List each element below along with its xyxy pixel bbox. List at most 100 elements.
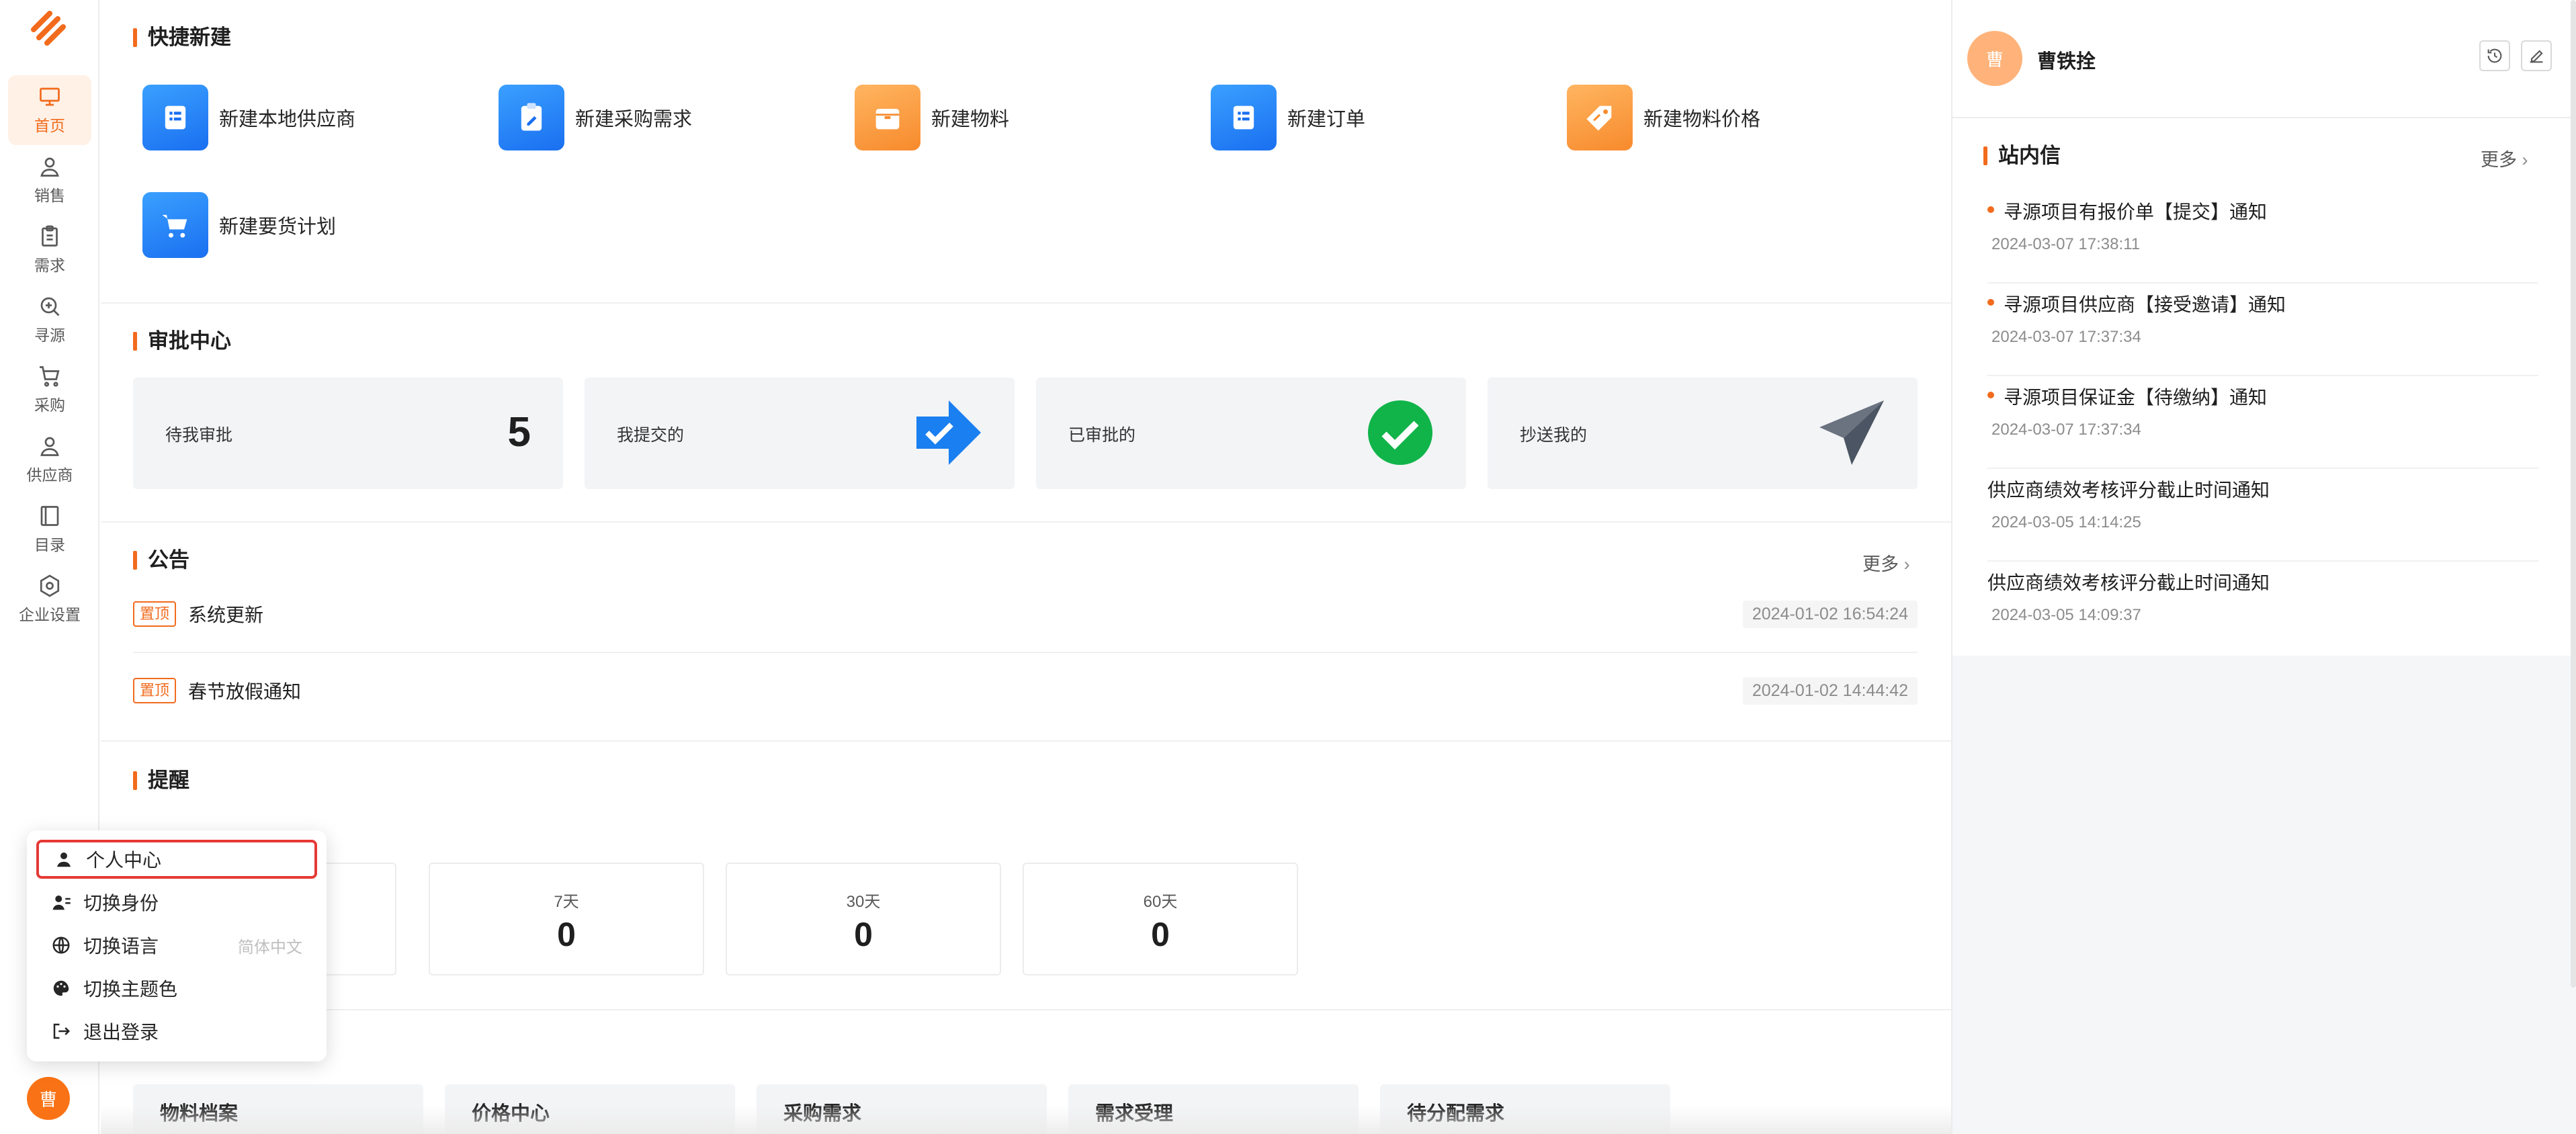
scrollbar[interactable] <box>2571 0 2576 988</box>
supplier-icon <box>40 437 59 456</box>
announcement-item-title: 系统更新 <box>188 605 264 625</box>
nav-item-enterprise-settings[interactable]: 企业设置 <box>8 564 91 634</box>
message-item[interactable]: 供应商绩效考核评分截止时间通知 2024-03-05 14:14:25 <box>1987 476 2538 562</box>
nav-item-sourcing[interactable]: 寻源 <box>8 285 91 355</box>
quick-create-label: 新建订单 <box>1287 109 1366 130</box>
history-button[interactable] <box>2479 40 2510 71</box>
approval-card-label: 待我审批 <box>165 426 233 445</box>
nav-item-demand[interactable]: 需求 <box>8 215 91 285</box>
quick-create-material-price[interactable]: 新建物料价格 <box>1567 85 1760 150</box>
menu-item-switch-language[interactable]: 切换语言 简体中文 <box>36 926 317 965</box>
quick-create-material[interactable]: 新建物料 <box>855 85 1009 150</box>
menu-item-personal-center[interactable]: 个人中心 <box>36 840 317 879</box>
message-item-title: 寻源项目供应商【接受邀请】通知 <box>1987 290 2538 317</box>
edit-icon <box>2530 50 2543 63</box>
approval-card-label: 我提交的 <box>617 426 685 445</box>
palette-icon <box>53 980 69 996</box>
box-icon <box>855 85 920 150</box>
section-divider <box>101 521 1951 523</box>
nav-item-home[interactable]: 首页 <box>8 75 91 145</box>
more-label: 更多 <box>1862 554 1899 574</box>
nav-item-label: 销售 <box>34 187 65 204</box>
forward-arrow-icon <box>916 400 981 465</box>
quick-create-order[interactable]: 新建订单 <box>1211 85 1365 150</box>
message-more-link[interactable]: 更多 › <box>2481 145 2528 171</box>
quick-create-label: 新建物料价格 <box>1643 109 1761 130</box>
approval-card-pending[interactable]: 待我审批 5 <box>133 378 563 489</box>
reminder-card-label: 60天 <box>1143 893 1178 911</box>
check-circle-icon <box>1368 400 1432 465</box>
approval-center-title: 审批中心 <box>133 328 231 355</box>
person-icon <box>57 853 71 867</box>
catalog-icon <box>40 506 59 526</box>
cart-icon <box>40 366 60 387</box>
current-language: 简体中文 <box>238 938 302 957</box>
nav-item-catalog[interactable]: 目录 <box>8 494 91 564</box>
menu-item-label: 退出登录 <box>83 1022 159 1043</box>
approval-card-cc[interactable]: 抄送我的 <box>1488 378 1918 489</box>
announcement-item[interactable]: 置顶 春节放假通知 2024-01-02 14:44:42 <box>133 670 1918 711</box>
nav-item-label: 企业设置 <box>19 606 81 623</box>
monitor-icon <box>40 87 60 106</box>
reminder-card-value: 0 <box>854 916 873 953</box>
chevron-right-icon: › <box>1903 554 1910 574</box>
price-tag-icon <box>1567 85 1633 150</box>
order-doc-icon <box>1211 85 1277 150</box>
approval-card-label: 已审批的 <box>1068 426 1136 445</box>
reminder-card-label: 30天 <box>846 893 881 911</box>
approval-card-label: 抄送我的 <box>1520 426 1588 445</box>
quick-create-purchase-demand[interactable]: 新建采购需求 <box>499 85 692 150</box>
nav-item-label: 需求 <box>34 257 65 274</box>
menu-item-switch-identity[interactable]: 切换身份 <box>36 883 317 922</box>
search-plus-icon <box>40 297 60 316</box>
message-item[interactable]: 供应商绩效考核评分截止时间通知 2024-03-05 14:09:37 <box>1987 568 2538 642</box>
user-menu-popup: 个人中心 切换身份 切换语言 简体中文 切换主题色 退出登录 <box>27 830 327 1061</box>
nav-item-label: 首页 <box>34 117 65 134</box>
user-name: 曹铁拴 <box>2037 51 2096 73</box>
nav-item-sales[interactable]: 销售 <box>8 145 91 215</box>
user-header: 曹 曹铁拴 <box>1952 0 2576 118</box>
supplier-doc-icon <box>142 85 208 150</box>
globe-icon <box>52 936 70 954</box>
announcement-more-link[interactable]: 更多 › <box>1862 550 1910 576</box>
reminder-card-value: 0 <box>1151 916 1170 953</box>
announcement-item-title: 春节放假通知 <box>188 681 302 702</box>
message-item-title: 供应商绩效考核评分截止时间通知 <box>1987 480 2270 500</box>
logo-icon[interactable] <box>27 7 70 50</box>
avatar[interactable]: 曹 <box>27 1077 70 1120</box>
nav-item-purchase[interactable]: 采购 <box>8 355 91 425</box>
edit-button[interactable] <box>2521 40 2552 71</box>
clipboard-edit-icon <box>499 85 564 150</box>
reminder-card-7d[interactable]: 7天 0 <box>429 863 704 975</box>
menu-item-logout[interactable]: 退出登录 <box>36 1012 317 1051</box>
section-divider <box>101 1009 1951 1010</box>
quick-create-label: 新建要货计划 <box>219 216 337 238</box>
message-item-date: 2024-03-05 14:14:25 <box>1991 513 2141 531</box>
message-item[interactable]: 寻源项目供应商【接受邀请】通知 2024-03-07 17:37:34 <box>1987 290 2538 376</box>
nav-item-label: 寻源 <box>34 326 65 344</box>
quick-create-delivery-plan[interactable]: 新建要货计划 <box>142 192 336 258</box>
announcement-title: 公告 <box>133 547 189 574</box>
menu-item-label: 切换语言 <box>83 936 159 957</box>
announcement-item[interactable]: 置顶 系统更新 2024-01-02 16:54:24 <box>133 594 1918 634</box>
message-item-title: 供应商绩效考核评分截止时间通知 <box>1987 572 2270 593</box>
row-divider <box>133 652 1918 653</box>
reminder-card-30d[interactable]: 30天 0 <box>726 863 1001 975</box>
message-title: 站内信 <box>1983 142 2061 169</box>
nav-item-supplier[interactable]: 供应商 <box>8 425 91 494</box>
message-item-date: 2024-03-05 14:09:37 <box>1991 606 2141 624</box>
pin-badge: 置顶 <box>133 601 177 627</box>
approval-card-approved[interactable]: 已审批的 <box>1036 378 1466 489</box>
reminder-card-60d[interactable]: 60天 0 <box>1023 863 1298 975</box>
bottom-fade <box>101 1106 1951 1134</box>
avatar[interactable]: 曹 <box>1967 31 2022 86</box>
approval-pending-count: 5 <box>507 409 531 455</box>
clipboard-icon <box>42 225 58 247</box>
message-item[interactable]: 寻源项目保证金【待缴纳】通知 2024-03-07 17:37:34 <box>1987 383 2538 469</box>
send-plane-icon <box>1819 400 1884 465</box>
menu-item-switch-theme[interactable]: 切换主题色 <box>36 969 317 1008</box>
message-item[interactable]: 寻源项目有报价单【提交】通知 2024-03-07 17:38:11 <box>1987 198 2538 284</box>
menu-item-label: 个人中心 <box>86 850 162 871</box>
approval-card-submitted[interactable]: 我提交的 <box>585 378 1015 489</box>
quick-create-supplier[interactable]: 新建本地供应商 <box>142 85 355 150</box>
